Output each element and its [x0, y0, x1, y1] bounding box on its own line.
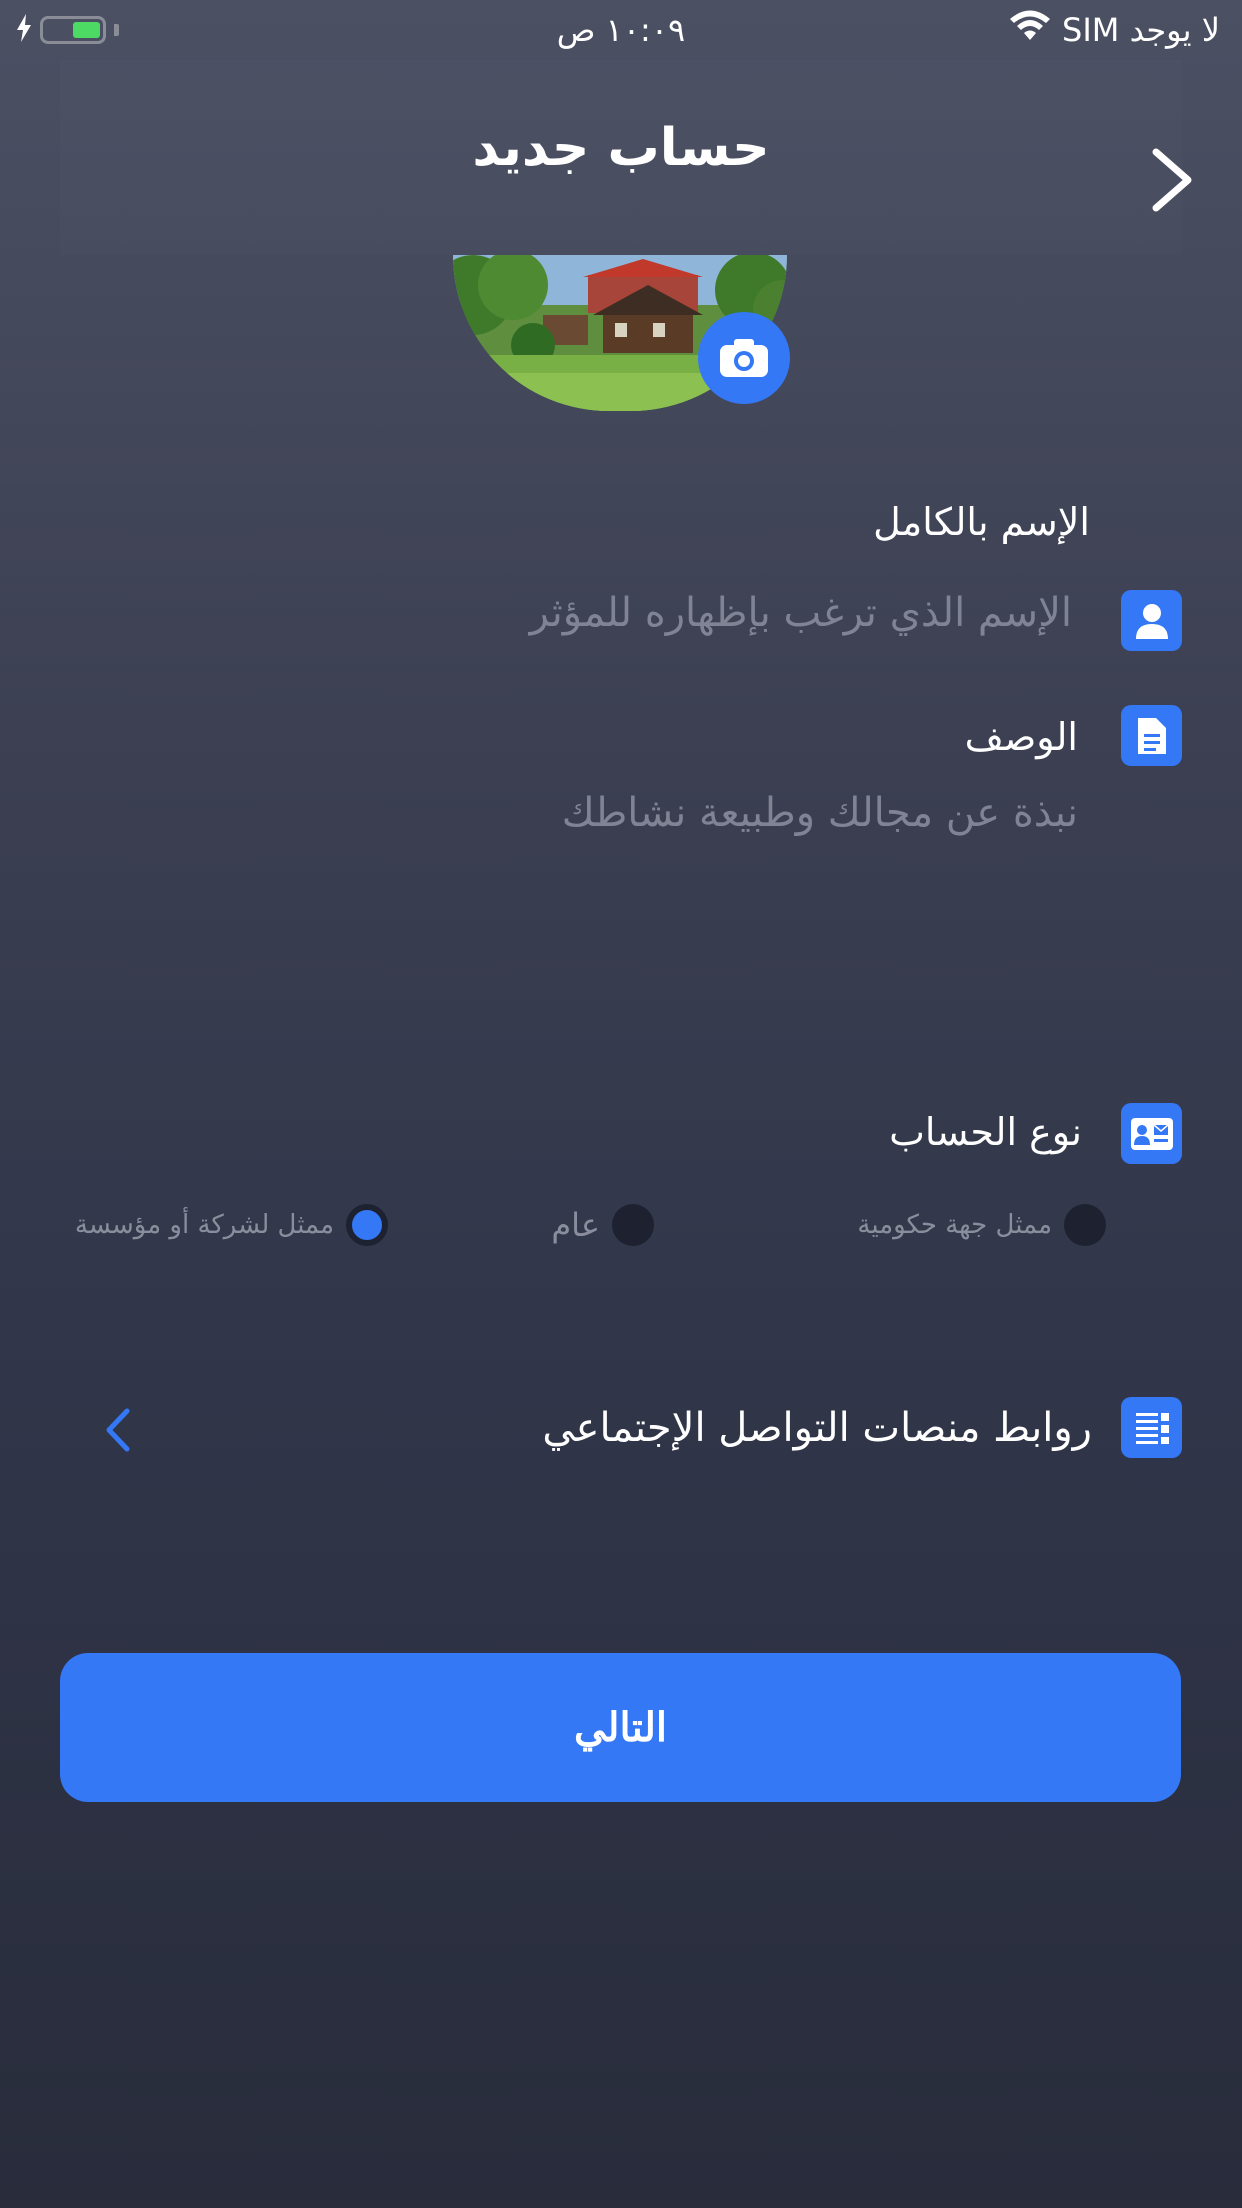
description-label: الوصف: [964, 715, 1078, 759]
full-name-label: الإسم بالكامل: [873, 500, 1090, 544]
radio-government[interactable]: ممثل جهة حكومية: [857, 1204, 1106, 1246]
radio-dot-government[interactable]: [1064, 1204, 1106, 1246]
social-links-row[interactable]: روابط منصات التواصل الإجتماعي: [542, 1405, 1092, 1451]
change-photo-button[interactable]: [698, 312, 790, 404]
charging-icon: [16, 14, 32, 46]
description-input[interactable]: نبذة عن مجالك وطبيعة نشاطك: [562, 790, 1078, 836]
chevron-right-icon: [1152, 148, 1192, 212]
radio-company[interactable]: ممثل لشركة أو مؤسسة: [75, 1204, 388, 1246]
back-button[interactable]: [1142, 140, 1202, 220]
battery-icon: [40, 16, 106, 44]
radio-label-public: عام: [551, 1206, 600, 1244]
radio-dot-public[interactable]: [612, 1204, 654, 1246]
radio-label-company: ممثل لشركة أو مؤسسة: [74, 1210, 334, 1240]
id-card-icon: [1121, 1103, 1182, 1164]
list-icon: [1121, 1397, 1182, 1458]
camera-icon: [720, 339, 768, 377]
battery-cap: [114, 24, 119, 36]
next-button[interactable]: التالي: [60, 1653, 1181, 1802]
user-icon: [1121, 590, 1182, 651]
radio-label-government: ممثل جهة حكومية: [857, 1210, 1052, 1240]
battery-fill: [73, 22, 100, 38]
document-icon: [1121, 705, 1182, 766]
account-type-label: نوع الحساب: [889, 1110, 1082, 1154]
battery-indicator: [16, 12, 119, 48]
radio-dot-company[interactable]: [346, 1204, 388, 1246]
full-name-input[interactable]: الإسم الذي ترغب بإظهاره للمؤثر: [530, 590, 1072, 636]
page-title: حساب جديد: [472, 118, 770, 178]
chevron-left-icon: [106, 1408, 130, 1452]
social-links-chevron[interactable]: [103, 1405, 133, 1455]
radio-public[interactable]: عام: [551, 1204, 654, 1246]
status-time: ١٠:٠٩ ص: [556, 11, 686, 49]
